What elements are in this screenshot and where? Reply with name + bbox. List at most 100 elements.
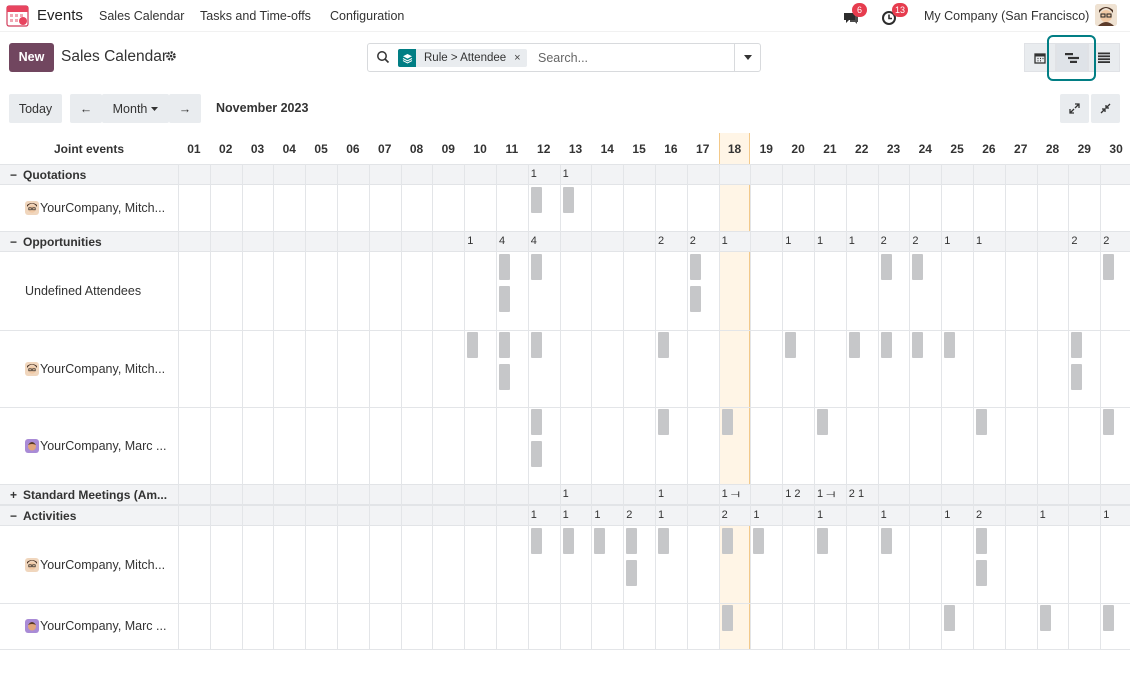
today-button[interactable]: Today [9,94,62,123]
menu-sales-calendar[interactable]: Sales Calendar [99,9,184,23]
column-divider [337,164,338,649]
event-pill[interactable] [1071,332,1083,358]
event-pill[interactable] [944,605,956,631]
event-pill[interactable] [530,254,542,280]
event-pill[interactable] [944,332,956,358]
new-button[interactable]: New [9,43,54,72]
calendar-app-icon[interactable] [6,4,29,27]
event-pill[interactable] [689,254,701,280]
menu-tasks-time-offs[interactable]: Tasks and Time-offs [200,9,311,23]
event-pill[interactable] [880,528,892,554]
user-avatar[interactable] [1095,4,1117,26]
group-count: 1 [976,235,983,247]
event-pill[interactable] [530,332,542,358]
event-pill[interactable] [626,560,638,586]
event-pill[interactable] [912,254,924,280]
row-label-text: YourCompany, Mitch... [40,201,166,215]
collapse-group-icon[interactable]: − [10,509,17,523]
expand-group-icon[interactable]: + [10,488,17,502]
event-pill[interactable] [976,409,987,435]
event-pill[interactable] [880,332,892,358]
event-pill[interactable] [1071,364,1083,390]
day-header: 07 [378,141,392,156]
row-label-text: YourCompany, Mitch... [40,361,166,376]
event-pill[interactable] [658,409,669,435]
event-pill[interactable] [626,528,638,554]
event-pill[interactable] [880,254,892,280]
column-divider [591,164,593,649]
event-pill[interactable] [912,332,924,358]
row-label: YourCompany, Mitch... [25,330,165,407]
activities-button[interactable]: 13 [881,3,911,27]
group-header-opportunities[interactable]: − Opportunities [10,231,102,252]
current-period: November 2023 [216,101,309,115]
group-count: 1 [562,488,569,500]
avatar [25,201,39,215]
group-count: 1 [562,509,569,521]
day-header: 20 [791,141,805,156]
list-icon [1098,52,1110,63]
event-pill[interactable] [594,528,606,554]
messages-button[interactable]: 6 [842,3,867,27]
row-label-text: YourCompany, Marc ... [40,619,167,633]
event-pill[interactable] [976,528,987,554]
expand-rows-button[interactable] [1060,94,1089,123]
collapse-group-icon[interactable]: − [10,235,17,249]
event-pill[interactable] [499,286,510,312]
scale-dropdown[interactable]: Month [102,94,169,123]
event-pill[interactable] [721,605,733,631]
event-pill[interactable] [785,332,797,358]
app-name[interactable]: Events [37,7,83,24]
event-pill[interactable] [817,528,828,554]
collapse-rows-button[interactable] [1091,94,1120,123]
group-header-quotations[interactable]: − Quotations [10,164,86,185]
event-pill[interactable] [530,187,542,213]
menu-configuration[interactable]: Configuration [330,9,404,23]
event-pill[interactable] [1039,605,1051,631]
event-pill[interactable] [530,409,542,435]
company-switcher[interactable]: My Company (San Francisco) [924,9,1089,23]
facet-remove-icon[interactable]: × [514,52,520,64]
activities-badge: 13 [892,3,909,17]
event-pill[interactable] [753,528,765,554]
group-header-activities[interactable]: − Activities [10,505,76,526]
day-header: 09 [441,141,455,156]
event-pill[interactable] [499,332,510,358]
day-header: 03 [250,141,265,156]
event-pill[interactable] [976,560,987,586]
row-label: YourCompany, Mitch... [25,526,165,603]
event-pill[interactable] [499,364,510,390]
search-icon[interactable] [376,50,390,69]
event-pill[interactable] [848,332,860,358]
event-pill[interactable] [658,332,669,358]
event-pill[interactable] [530,528,542,554]
day-header: 13 [568,141,583,156]
group-header-standard[interactable]: + Standard Meetings (Am... [10,484,167,505]
event-pill[interactable] [721,528,733,554]
group-count: 1 [530,509,537,521]
gear-icon[interactable] [165,50,177,65]
event-pill[interactable] [817,409,828,435]
search-input[interactable] [538,49,728,67]
event-pill[interactable] [530,441,542,467]
event-pill[interactable] [658,528,669,554]
previous-period-button[interactable]: ← [70,94,102,123]
scale-label: Month [112,101,148,116]
event-pill[interactable] [721,409,733,435]
search-options-toggle[interactable] [734,44,760,71]
top-navbar: Events Sales Calendar Tasks and Time-off… [0,0,1130,32]
day-header: 06 [346,141,360,156]
event-pill[interactable] [467,332,479,358]
event-pill[interactable] [562,187,574,213]
event-pill[interactable] [689,286,701,312]
event-pill[interactable] [1103,605,1115,631]
event-pill[interactable] [499,254,510,280]
next-period-button[interactable]: → [169,94,201,123]
messages-badge: 6 [852,3,867,17]
event-pill[interactable] [562,528,574,554]
event-pill[interactable] [1103,254,1115,280]
group-count: 1 2 [785,488,801,500]
collapse-group-icon[interactable]: − [10,168,17,182]
column-divider [464,164,466,649]
event-pill[interactable] [1103,409,1115,435]
